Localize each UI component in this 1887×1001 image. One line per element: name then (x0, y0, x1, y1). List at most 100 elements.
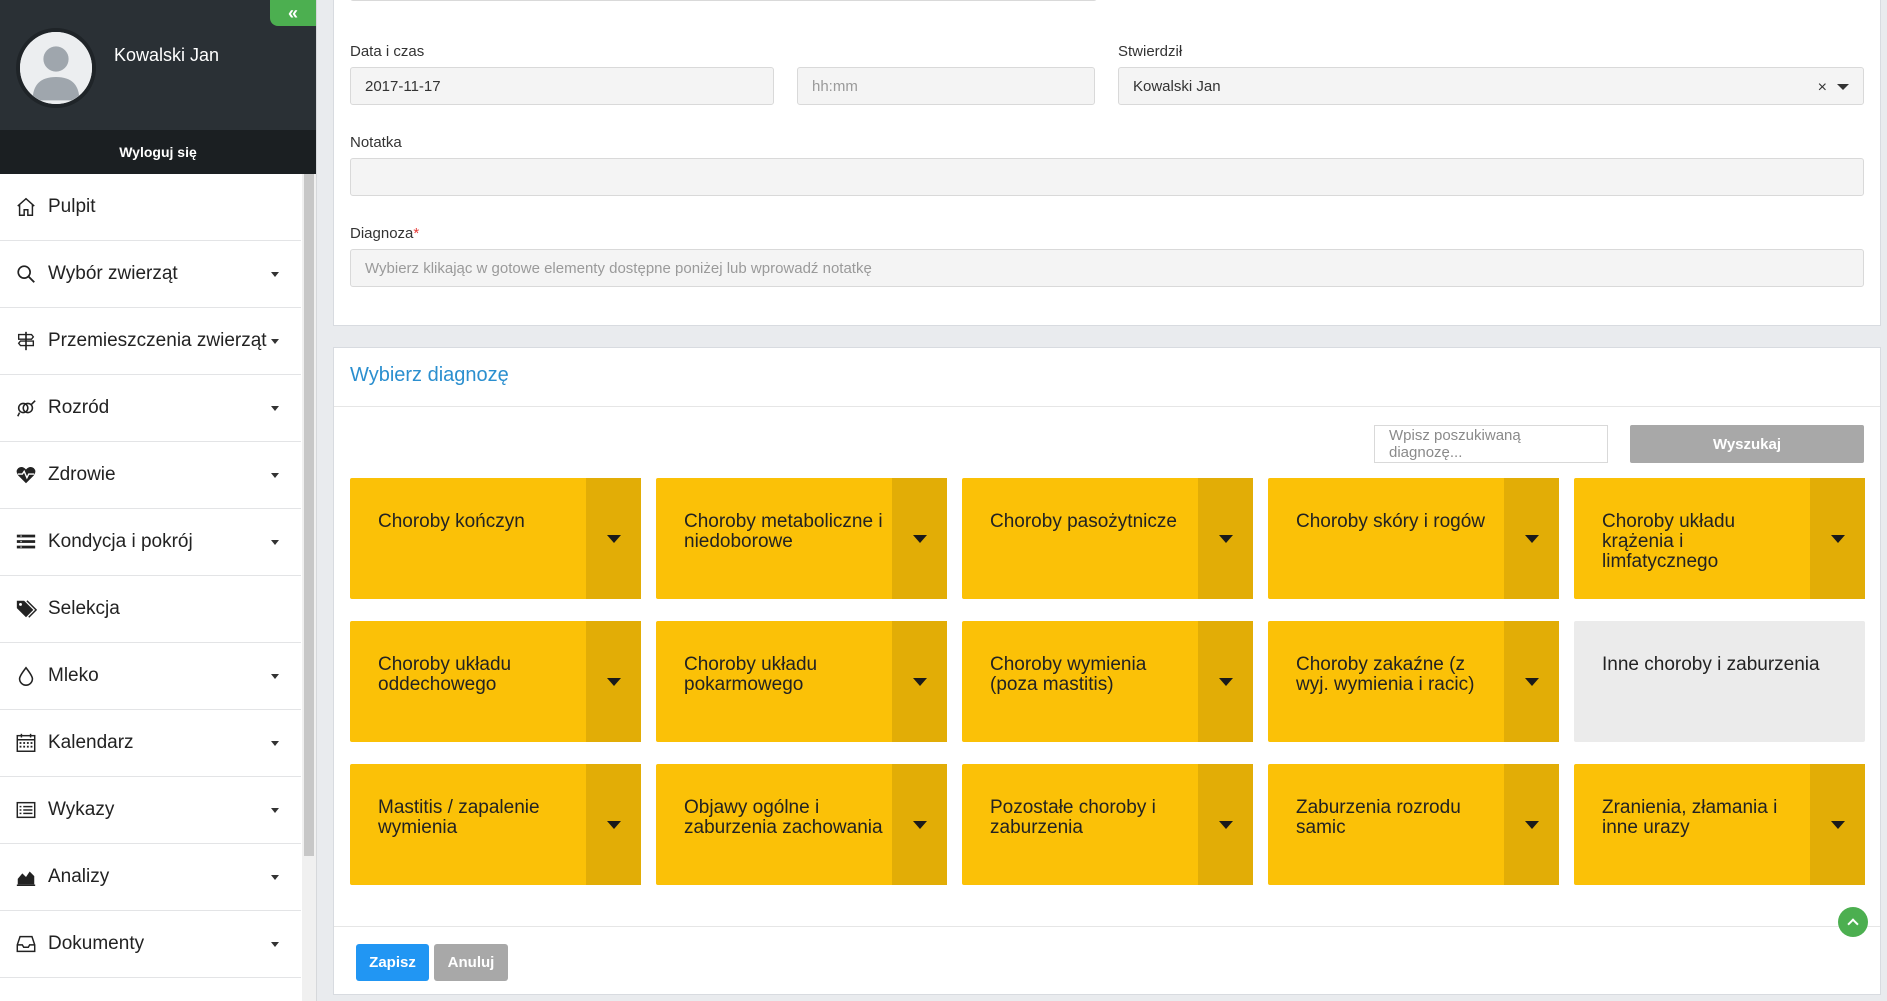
diagnosis-tile-label: Choroby pasożytnicze (990, 511, 1177, 532)
caret-down-icon (912, 534, 927, 543)
diagnosis-tile[interactable]: Choroby układu krążenia i limfatycznego (1574, 478, 1865, 599)
diagnosis-search-input[interactable]: Wpisz poszukiwaną diagnozę... (1374, 425, 1608, 463)
sidebar-item-dokumenty[interactable]: Dokumenty (0, 911, 301, 978)
note-input[interactable] (350, 158, 1864, 196)
diagnosis-tile[interactable]: Zranienia, złamania i inne urazy (1574, 764, 1865, 885)
diagnosis-tile[interactable]: Inne choroby i zaburzenia (1574, 621, 1865, 742)
tile-dropdown-toggle[interactable] (1198, 621, 1253, 742)
tile-dropdown-toggle[interactable] (1810, 478, 1865, 599)
date-label: Data i czas (350, 43, 425, 60)
sidebar-item-zdrowie[interactable]: Zdrowie (0, 442, 301, 509)
tile-dropdown-toggle[interactable] (586, 764, 641, 885)
user-profile: Kowalski Jan « (0, 0, 316, 130)
collapse-sidebar-button[interactable]: « (270, 0, 316, 26)
user-name: Kowalski Jan (114, 45, 220, 65)
sidebar: Kowalski Jan « Wyloguj się Pulpit Wybór … (0, 0, 317, 1001)
caret-down-icon (1218, 820, 1233, 829)
diagnosis-tile[interactable]: Choroby wymienia (poza mastitis) (962, 621, 1253, 742)
list-icon (14, 530, 38, 554)
diagnosis-tile-label: Mastitis / zapalenie wymienia (378, 797, 540, 838)
diagnosis-tile[interactable]: Choroby układu pokarmowego (656, 621, 947, 742)
diagnosis-tile-label: Zranienia, złamania i inne urazy (1602, 797, 1778, 838)
sidebar-item-wybor-zwierzat[interactable]: Wybór zwierząt (0, 241, 301, 308)
date-input[interactable]: 2017-11-17 (350, 67, 774, 105)
sidebar-menu: Pulpit Wybór zwierząt Przemieszczenia zw… (0, 174, 316, 978)
diagnosis-label: Diagnoza* (350, 225, 419, 242)
sidebar-item-kondycja[interactable]: Kondycja i pokrój (0, 509, 301, 576)
sidebar-item-label: Dokumenty (48, 933, 145, 954)
caret-down-icon (271, 942, 279, 947)
chevron-down-icon[interactable] (1837, 84, 1849, 90)
caret-down-icon (1830, 534, 1845, 543)
scroll-to-top-button[interactable] (1838, 907, 1868, 937)
diagnosis-tile[interactable]: Pozostałe choroby i zaburzenia (962, 764, 1253, 885)
diagnosis-tile[interactable]: Choroby układu oddechowego (350, 621, 641, 742)
drop-icon (14, 664, 38, 688)
diagnosis-tile[interactable]: Objawy ogólne i zaburzenia zachowania (656, 764, 947, 885)
sidebar-item-przemieszczenia[interactable]: Przemieszczenia zwierząt (0, 308, 301, 375)
logout-button[interactable]: Wyloguj się (0, 130, 316, 174)
tile-dropdown-toggle[interactable] (892, 478, 947, 599)
search-button[interactable]: Wyszukaj (1630, 425, 1864, 463)
diagnosis-tile[interactable]: Mastitis / zapalenie wymienia (350, 764, 641, 885)
diagnosis-tile[interactable]: Choroby pasożytnicze (962, 478, 1253, 599)
tile-dropdown-toggle[interactable] (586, 478, 641, 599)
diagnosis-tile-label: Inne choroby i zaburzenia (1602, 654, 1820, 675)
tile-dropdown-toggle[interactable] (892, 764, 947, 885)
sidebar-scrollbar-thumb[interactable] (304, 174, 314, 856)
diagnosis-label-text: Diagnoza (350, 225, 414, 242)
sidebar-item-rozrod[interactable]: Rozród (0, 375, 301, 442)
diagnosis-tile-label: Choroby kończyn (378, 511, 525, 532)
tile-dropdown-toggle[interactable] (892, 621, 947, 742)
sidebar-item-kalendarz[interactable]: Kalendarz (0, 710, 301, 777)
cancel-button[interactable]: Anuluj (434, 944, 508, 981)
clear-icon[interactable]: × (1818, 79, 1827, 97)
area-chart-icon (14, 865, 38, 889)
confirmed-by-select[interactable]: Kowalski Jan × (1118, 67, 1864, 105)
caret-down-icon (1524, 677, 1539, 686)
caret-down-icon (271, 406, 279, 411)
diagnosis-tile-label: Choroby metaboliczne i niedoborowe (684, 511, 883, 552)
save-button[interactable]: Zapisz (356, 944, 429, 981)
sidebar-item-label: Kalendarz (48, 732, 134, 753)
sidebar-item-pulpit[interactable]: Pulpit (0, 174, 301, 241)
tile-dropdown-toggle[interactable] (1504, 621, 1559, 742)
heartbeat-icon (14, 463, 38, 487)
sidebar-item-selekcja[interactable]: Selekcja (0, 576, 301, 643)
caret-down-icon (606, 677, 621, 686)
home-icon (14, 195, 38, 219)
sidebar-item-label: Mleko (48, 665, 99, 686)
chevron-up-icon (1847, 918, 1859, 930)
diagnosis-tile[interactable]: Choroby skóry i rogów (1268, 478, 1559, 599)
tile-dropdown-toggle[interactable] (1198, 764, 1253, 885)
diagnosis-tile[interactable]: Zaburzenia rozrodu samic (1268, 764, 1559, 885)
tile-dropdown-toggle[interactable] (1504, 764, 1559, 885)
list-alt-icon (14, 798, 38, 822)
tile-dropdown-toggle[interactable] (1810, 764, 1865, 885)
caret-down-icon (606, 820, 621, 829)
inbox-icon (14, 932, 38, 956)
diagnosis-tile[interactable]: Choroby zakaźne (z wyj. wymienia i racic… (1268, 621, 1559, 742)
panel-title: Wybierz diagnozę (350, 364, 509, 386)
sidebar-item-label: Selekcja (48, 598, 120, 619)
tile-dropdown-toggle[interactable] (1504, 478, 1559, 599)
diagnosis-tile[interactable]: Choroby metaboliczne i niedoborowe (656, 478, 947, 599)
divider (334, 926, 1880, 927)
sidebar-item-analizy[interactable]: Analizy (0, 844, 301, 911)
sidebar-item-mleko[interactable]: Mleko (0, 643, 301, 710)
time-input[interactable]: hh:mm (797, 67, 1095, 105)
previous-field[interactable] (350, 0, 1097, 1)
tile-dropdown-toggle[interactable] (586, 621, 641, 742)
diagnosis-input[interactable]: Wybierz klikając w gotowe elementy dostę… (350, 249, 1864, 287)
diagnosis-tile-label: Choroby zakaźne (z wyj. wymienia i racic… (1296, 654, 1475, 695)
form-panel: Data i czas 2017-11-17 hh:mm Stwierdził … (333, 0, 1881, 326)
tags-icon (14, 597, 38, 621)
caret-down-icon (271, 339, 279, 344)
diagnosis-tile-label: Choroby układu krążenia i limfatycznego (1602, 511, 1736, 572)
gender-icon (14, 396, 38, 420)
sidebar-item-wykazy[interactable]: Wykazy (0, 777, 301, 844)
signpost-icon (14, 329, 38, 353)
diagnosis-tile[interactable]: Choroby kończyn (350, 478, 641, 599)
caret-down-icon (1218, 534, 1233, 543)
tile-dropdown-toggle[interactable] (1198, 478, 1253, 599)
